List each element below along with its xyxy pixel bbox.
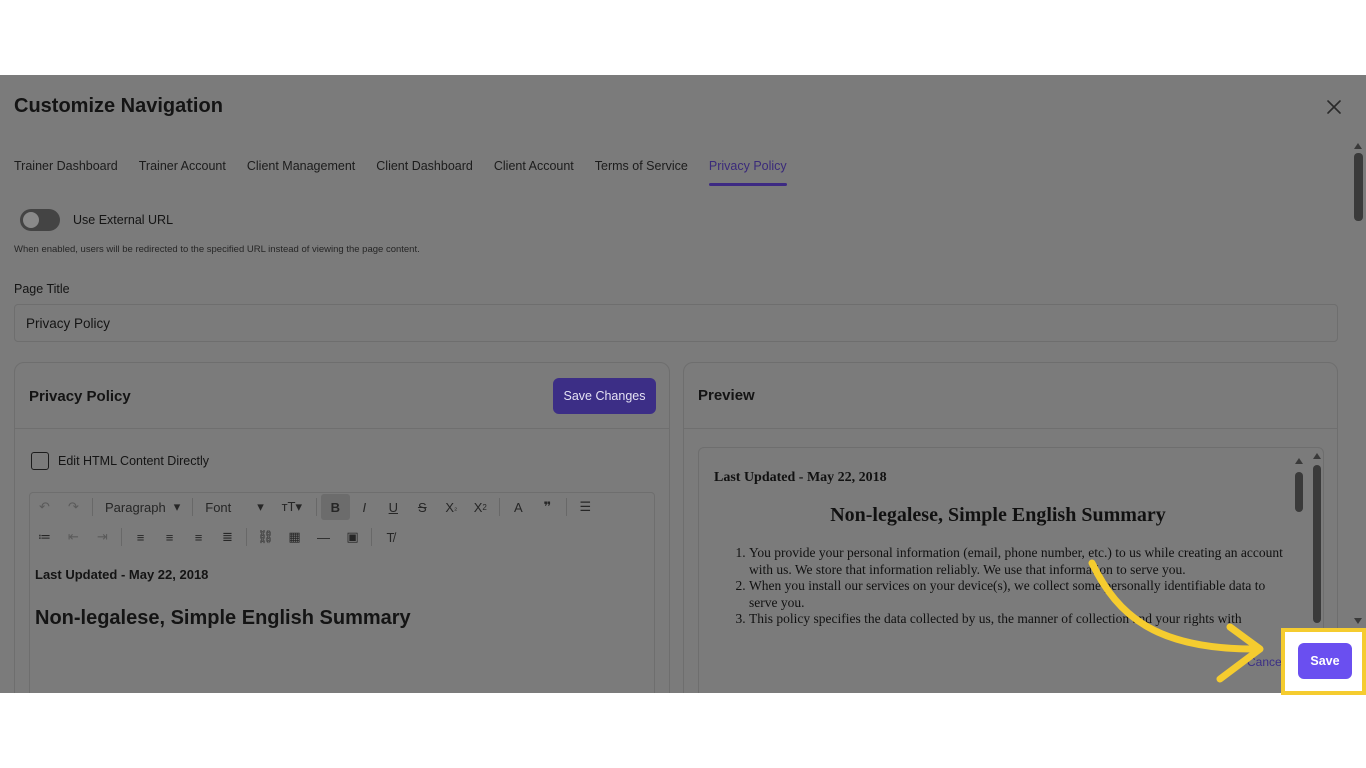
tab-trainer-account[interactable]: Trainer Account xyxy=(139,159,226,189)
align-left-icon[interactable]: ≡ xyxy=(126,524,155,550)
align-justify-icon[interactable]: ≣ xyxy=(213,524,242,550)
editor-toolbar-row-1: ↶ ↷ Paragraph ▾ Font ▾ тT▾ B I U S X₂ X2 A… xyxy=(30,493,600,521)
pointer-arrow-icon xyxy=(1088,559,1264,683)
undo-icon[interactable]: ↶ xyxy=(30,494,59,520)
close-icon[interactable] xyxy=(1324,97,1344,117)
editor-panel-title: Privacy Policy xyxy=(29,388,131,405)
edit-html-checkbox[interactable] xyxy=(31,452,49,470)
font-select[interactable]: Font ▾ xyxy=(197,494,272,520)
preview-updated-text: Last Updated - May 22, 2018 xyxy=(714,470,887,485)
tab-privacy-policy[interactable]: Privacy Policy xyxy=(708,159,787,189)
tab-trainer-dashboard[interactable]: Trainer Dashboard xyxy=(14,159,118,189)
chevron-down-icon: ▾ xyxy=(257,499,264,514)
page-title-input[interactable] xyxy=(14,304,1338,342)
underline-icon[interactable]: U xyxy=(379,494,408,520)
horizontal-rule-icon[interactable]: — xyxy=(309,524,338,550)
preview-panel-title: Preview xyxy=(698,387,755,404)
insert-image-icon[interactable]: ▣ xyxy=(338,524,367,550)
editor-updated-text: Last Updated - May 22, 2018 xyxy=(35,567,209,582)
italic-icon[interactable]: I xyxy=(350,494,379,520)
clear-format-icon[interactable]: T̸ xyxy=(376,524,405,550)
bold-icon[interactable]: B xyxy=(320,494,350,520)
editor-heading: Non-legalese, Simple English Summary xyxy=(35,607,411,629)
dialog-scrollbar-thumb[interactable] xyxy=(1354,153,1363,221)
scroll-up-icon[interactable] xyxy=(1295,458,1303,464)
save-button[interactable]: Save xyxy=(1298,643,1352,679)
scroll-up-icon[interactable] xyxy=(1354,143,1362,149)
tab-terms-of-service[interactable]: Terms of Service xyxy=(595,159,688,189)
outdent-icon[interactable]: ⇤ xyxy=(59,524,88,550)
strikethrough-icon[interactable]: S xyxy=(408,494,437,520)
navigation-tabs: Trainer Dashboard Trainer Account Client… xyxy=(14,159,808,189)
external-url-toggle[interactable] xyxy=(20,209,60,231)
rich-text-editor[interactable]: ↶ ↷ Paragraph ▾ Font ▾ тT▾ B I U S X₂ X2 A… xyxy=(29,492,655,693)
preview-outer-scrollbar[interactable] xyxy=(1313,453,1321,623)
preview-panel-header: Preview xyxy=(684,363,1337,429)
superscript-icon[interactable]: X2 xyxy=(466,494,495,520)
edit-html-label: Edit HTML Content Directly xyxy=(58,454,209,468)
chevron-down-icon: ▾ xyxy=(173,499,181,514)
outer-scrollbar-thumb[interactable] xyxy=(1313,465,1321,623)
font-size-icon[interactable]: тT▾ xyxy=(272,494,312,520)
blockquote-icon[interactable]: ❞ xyxy=(533,494,562,520)
external-url-help-text: When enabled, users will be redirected t… xyxy=(14,244,420,255)
active-tab-indicator xyxy=(708,183,787,186)
bullet-list-icon[interactable]: ☰ xyxy=(571,494,600,520)
scroll-down-icon[interactable] xyxy=(1354,618,1362,624)
indent-icon[interactable]: ⇥ xyxy=(88,524,117,550)
scroll-up-icon[interactable] xyxy=(1313,453,1321,459)
save-changes-button[interactable]: Save Changes xyxy=(553,378,656,414)
toggle-knob xyxy=(23,212,39,228)
dialog-title: Customize Navigation xyxy=(14,95,223,117)
tab-client-dashboard[interactable]: Client Dashboard xyxy=(376,159,473,189)
align-right-icon[interactable]: ≡ xyxy=(184,524,213,550)
preview-scrollbar-thumb[interactable] xyxy=(1295,472,1303,512)
tab-client-account[interactable]: Client Account xyxy=(494,159,574,189)
editor-panel-header: Privacy Policy Save Changes xyxy=(15,363,669,429)
link-icon[interactable]: ⛓ xyxy=(251,524,280,550)
table-icon[interactable]: ▦ xyxy=(280,524,309,550)
page-title-label: Page Title xyxy=(14,282,70,296)
external-url-label: Use External URL xyxy=(73,213,174,227)
editor-panel: Privacy Policy Save Changes Edit HTML Co… xyxy=(14,362,670,693)
tab-client-management[interactable]: Client Management xyxy=(247,159,355,189)
editor-toolbar-row-2: ≔ ⇤ ⇥ ≡ ≡ ≡ ≣ ⛓ ▦ — ▣ T̸ xyxy=(30,523,405,551)
redo-icon[interactable]: ↷ xyxy=(59,494,88,520)
text-color-icon[interactable]: A xyxy=(504,494,533,520)
paragraph-select[interactable]: Paragraph ▾ xyxy=(97,494,188,520)
numbered-list-icon[interactable]: ≔ xyxy=(30,524,59,550)
subscript-icon[interactable]: X₂ xyxy=(437,494,466,520)
align-center-icon[interactable]: ≡ xyxy=(155,524,184,550)
preview-heading: Non-legalese, Simple English Summary xyxy=(830,504,1166,526)
